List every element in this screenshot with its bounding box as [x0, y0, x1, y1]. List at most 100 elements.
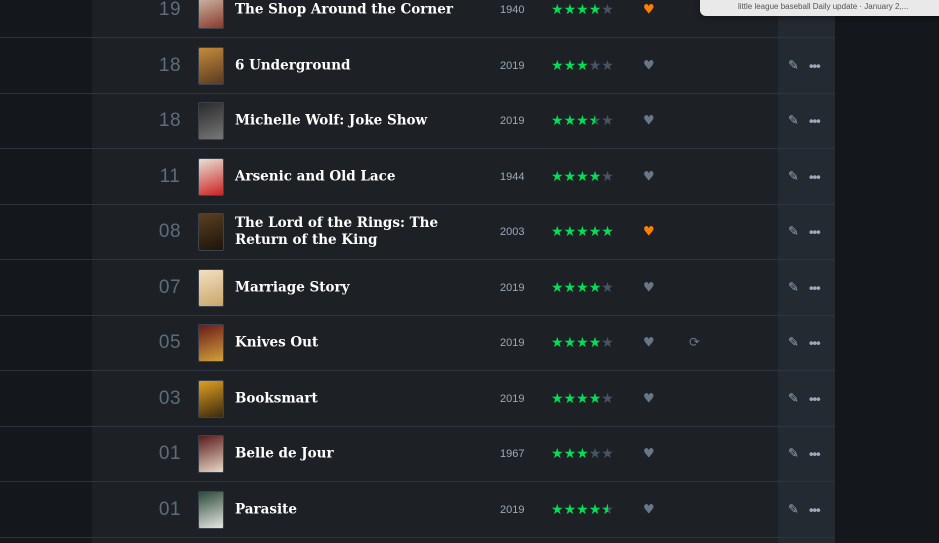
entry-day[interactable]: 18 — [152, 55, 188, 77]
heart-icon[interactable]: ♥ — [643, 169, 655, 184]
star-icon: ★ — [563, 168, 577, 185]
diary-entry[interactable]: 01 Parasite 2019 ★★★★★ ♥ ✎ ••• — [0, 483, 835, 538]
star-icon: ★ — [551, 57, 564, 74]
film-title[interactable]: 6 Underground — [235, 57, 455, 74]
star-icon: ★ — [588, 335, 602, 351]
heart-icon[interactable]: ♥ — [643, 114, 655, 129]
pencil-icon[interactable]: ✎ — [788, 225, 799, 240]
star-icon: ★ — [551, 390, 564, 407]
film-year[interactable]: 2019 — [500, 337, 524, 349]
diary-entry[interactable]: 08 The Lord of the Rings: The Return of t… — [0, 205, 835, 260]
diary-entry[interactable]: 11 Arsenic and Old Lace 1944 ★★★★★ ♥ ✎ ••• — [0, 150, 835, 205]
diary-entry[interactable]: 07 Marriage Story 2019 ★★★★★ ♥ ✎ ••• — [0, 261, 835, 316]
film-poster[interactable] — [198, 0, 224, 29]
pencil-icon[interactable]: ✎ — [788, 502, 799, 517]
film-year[interactable]: 2019 — [500, 393, 524, 405]
more-icon[interactable]: ••• — [809, 391, 821, 406]
film-year[interactable]: 1940 — [500, 4, 524, 16]
film-year[interactable]: 1944 — [500, 171, 524, 183]
heart-icon[interactable]: ♥ — [643, 336, 655, 351]
star-icon: ★ — [551, 335, 564, 351]
film-year[interactable]: 2019 — [500, 282, 524, 294]
pencil-icon[interactable]: ✎ — [788, 58, 799, 73]
diary-entry[interactable]: 18Michelle Wolf: Joke Show2019★★★★★♥✎••• — [0, 94, 835, 149]
star-empty-icon: ★ — [601, 446, 614, 462]
star-icon: ★ — [563, 446, 577, 462]
more-icon[interactable]: ••• — [809, 114, 821, 129]
half-star-icon: ★ — [601, 502, 614, 518]
more-icon[interactable]: ••• — [809, 58, 821, 73]
film-title[interactable]: Parasite — [235, 501, 455, 518]
entry-day[interactable]: 05 — [152, 332, 188, 354]
film-title[interactable]: Marriage Story — [235, 279, 455, 296]
entry-day[interactable]: 19 — [152, 0, 188, 21]
star-icon: ★ — [576, 390, 589, 407]
entry-day[interactable]: 03 — [152, 388, 188, 410]
film-year[interactable]: 2019 — [500, 504, 524, 516]
star-icon: ★ — [551, 2, 564, 18]
star-icon: ★ — [551, 279, 564, 296]
star-icon: ★ — [551, 168, 564, 185]
star-icon: ★ — [576, 279, 589, 296]
more-icon[interactable]: ••• — [809, 502, 821, 517]
pencil-icon[interactable]: ✎ — [788, 336, 799, 351]
notification-banner[interactable]: little league baseball Daily update · Ja… — [700, 0, 939, 16]
more-icon[interactable]: ••• — [809, 447, 821, 462]
star-icon: ★ — [576, 224, 589, 240]
film-poster[interactable] — [198, 157, 224, 196]
film-poster[interactable] — [198, 213, 224, 251]
heart-icon[interactable]: ♥ — [643, 3, 655, 18]
film-poster[interactable] — [198, 379, 224, 418]
film-poster[interactable] — [198, 46, 224, 85]
diary-entry[interactable]: 03 Booksmart 2019 ★★★★★ ♥ ✎ ••• — [0, 372, 835, 427]
entry-day[interactable]: 08 — [152, 221, 188, 243]
film-title[interactable]: Arsenic and Old Lace — [235, 168, 455, 185]
film-poster[interactable] — [198, 435, 224, 473]
pencil-icon[interactable]: ✎ — [788, 391, 799, 406]
film-title[interactable]: Knives Out — [235, 335, 455, 352]
film-title[interactable]: The Lord of the Rings: The Return of the… — [235, 215, 455, 249]
film-poster[interactable] — [198, 490, 224, 529]
pencil-icon[interactable]: ✎ — [788, 447, 799, 462]
heart-icon[interactable]: ♥ — [643, 225, 655, 240]
pencil-icon[interactable]: ✎ — [788, 280, 799, 295]
more-icon[interactable]: ••• — [809, 280, 821, 295]
diary-entry[interactable]: 05 Knives Out 2019 ★★★★★ ♥ ⟳ ✎ ••• — [0, 316, 835, 371]
entry-day[interactable]: 01 — [152, 499, 188, 521]
film-poster[interactable] — [198, 324, 224, 362]
diary-entry[interactable]: 18 6 Underground 2019 ★★★★★ ♥ ✎ ••• — [0, 39, 835, 94]
film-poster[interactable] — [198, 102, 224, 140]
film-year[interactable]: 2003 — [500, 226, 524, 238]
star-icon: ★ — [576, 113, 589, 129]
entry-day[interactable]: 07 — [152, 277, 188, 299]
star-icon: ★ — [576, 335, 589, 351]
star-rating: ★★★★★ — [551, 502, 614, 518]
pencil-icon[interactable]: ✎ — [788, 114, 799, 129]
star-icon: ★ — [563, 224, 577, 240]
heart-icon[interactable]: ♥ — [643, 280, 655, 295]
star-rating: ★★★★★ — [551, 391, 614, 407]
star-icon: ★ — [551, 113, 564, 129]
diary-entry[interactable]: 01 Belle de Jour 1967 ★★★★★ ♥ ✎ ••• — [0, 427, 835, 482]
entry-day[interactable]: 11 — [152, 166, 188, 188]
heart-icon[interactable]: ♥ — [643, 502, 655, 517]
film-year[interactable]: 2019 — [500, 60, 524, 72]
heart-icon[interactable]: ♥ — [643, 447, 655, 462]
pencil-icon[interactable]: ✎ — [788, 169, 799, 184]
star-rating: ★★★★★ — [551, 2, 614, 18]
entry-day[interactable]: 01 — [152, 443, 188, 465]
more-icon[interactable]: ••• — [809, 336, 821, 351]
film-title[interactable]: Belle de Jour — [235, 446, 455, 463]
film-year[interactable]: 2019 — [500, 115, 524, 127]
entry-day[interactable]: 18 — [152, 110, 188, 132]
heart-icon[interactable]: ♥ — [643, 391, 655, 406]
film-poster[interactable] — [198, 268, 224, 307]
film-title[interactable]: Booksmart — [235, 390, 455, 407]
film-year[interactable]: 1967 — [500, 448, 524, 460]
star-icon: ★ — [576, 57, 589, 74]
more-icon[interactable]: ••• — [809, 225, 821, 240]
heart-icon[interactable]: ♥ — [643, 58, 655, 73]
film-title[interactable]: Michelle Wolf: Joke Show — [235, 113, 455, 130]
more-icon[interactable]: ••• — [809, 169, 821, 184]
film-title[interactable]: The Shop Around the Corner — [235, 2, 455, 19]
